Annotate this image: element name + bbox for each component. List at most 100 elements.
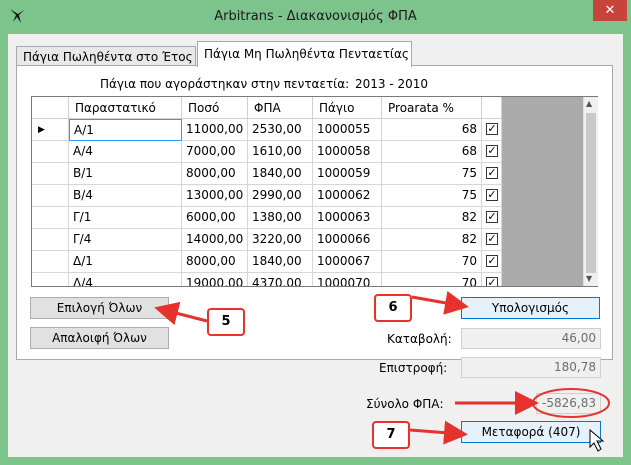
row-header[interactable] xyxy=(32,207,69,229)
select-all-button[interactable]: Επιλογή Όλων xyxy=(30,297,169,319)
cell-vat[interactable]: 2530,00 xyxy=(248,119,313,141)
cell-doc[interactable]: Α/4 xyxy=(69,141,182,163)
row-header[interactable] xyxy=(32,273,69,286)
row-checkbox[interactable]: ✓ xyxy=(486,233,498,245)
cell-check: ✓ xyxy=(482,119,502,141)
period-label: Πάγια που αγοράστηκαν στην πενταετία: xyxy=(100,77,350,91)
row-header[interactable] xyxy=(32,141,69,163)
current-row-icon: ▶ xyxy=(38,125,45,135)
scroll-down-icon[interactable]: ▼ xyxy=(586,274,592,283)
table-row[interactable]: ▶ Α/1 11000,00 2530,00 1000055 68 ✓ xyxy=(32,119,502,141)
cell-vat[interactable]: 3220,00 xyxy=(248,229,313,251)
cell-doc[interactable]: Γ/1 xyxy=(69,207,182,229)
cell-doc[interactable]: Δ/1 xyxy=(69,251,182,273)
cell-check: ✓ xyxy=(482,141,502,163)
cell-amount[interactable]: 11000,00 xyxy=(182,119,248,141)
table-row[interactable]: Δ/1 8000,00 1840,00 1000067 70 ✓ xyxy=(32,251,502,273)
assets-grid[interactable]: Παραστατικό Ποσό ΦΠΑ Πάγιο Proarata % ▶ Α… xyxy=(31,96,598,287)
row-header-corner xyxy=(32,97,69,119)
cell-vat[interactable]: 1380,00 xyxy=(248,207,313,229)
scroll-thumb[interactable] xyxy=(586,113,596,273)
cell-check: ✓ xyxy=(482,273,502,286)
cell-prorata[interactable]: 70 xyxy=(382,251,482,273)
annotation-badge-6: 6 xyxy=(374,294,412,322)
deselect-all-button[interactable]: Απαλοιφή Όλων xyxy=(30,327,169,349)
row-header[interactable] xyxy=(32,251,69,273)
cell-asset[interactable]: 1000066 xyxy=(313,229,382,251)
cell-asset[interactable]: 1000070 xyxy=(313,273,382,286)
cell-check: ✓ xyxy=(482,163,502,185)
cell-amount[interactable]: 6000,00 xyxy=(182,207,248,229)
column-header-asset[interactable]: Πάγιο xyxy=(313,97,382,119)
column-header-prorata[interactable]: Proarata % xyxy=(382,97,482,119)
annotation-badge-5: 5 xyxy=(207,308,245,336)
cell-asset[interactable]: 1000062 xyxy=(313,185,382,207)
row-checkbox[interactable]: ✓ xyxy=(486,255,498,267)
annotation-badge-7: 7 xyxy=(372,421,410,449)
grid-body: Παραστατικό Ποσό ΦΠΑ Πάγιο Proarata % ▶ Α… xyxy=(32,97,502,286)
cell-amount[interactable]: 13000,00 xyxy=(182,185,248,207)
cell-doc[interactable]: Β/4 xyxy=(69,185,182,207)
table-row[interactable]: Γ/4 14000,00 3220,00 1000066 82 ✓ xyxy=(32,229,502,251)
table-row[interactable]: Β/4 13000,00 2990,00 1000062 75 ✓ xyxy=(32,185,502,207)
payment-field: 46,00 xyxy=(461,328,601,349)
cell-doc[interactable]: Γ/4 xyxy=(69,229,182,251)
cell-amount[interactable]: 8000,00 xyxy=(182,251,248,273)
cell-amount[interactable]: 14000,00 xyxy=(182,229,248,251)
column-header-check[interactable] xyxy=(482,97,502,119)
cell-prorata[interactable]: 82 xyxy=(382,207,482,229)
column-header-amount[interactable]: Ποσό xyxy=(182,97,248,119)
grid-vertical-scrollbar[interactable]: ▲ ▼ xyxy=(583,97,598,286)
cell-check: ✓ xyxy=(482,207,502,229)
cell-amount[interactable]: 7000,00 xyxy=(182,141,248,163)
table-row[interactable]: Β/1 8000,00 1840,00 1000059 75 ✓ xyxy=(32,163,502,185)
period-value: 2013 - 2010 xyxy=(355,77,429,91)
cell-vat[interactable]: 1610,00 xyxy=(248,141,313,163)
cell-asset[interactable]: 1000067 xyxy=(313,251,382,273)
cell-prorata[interactable]: 68 xyxy=(382,141,482,163)
cell-amount[interactable]: 19000,00 xyxy=(182,273,248,286)
cell-prorata[interactable]: 68 xyxy=(382,119,482,141)
tab-unsold-assets[interactable]: Πάγια Μη Πωληθέντα Πενταετίας xyxy=(197,41,412,67)
cell-prorata[interactable]: 70 xyxy=(382,273,482,286)
calculate-button[interactable]: Υπολογισμός xyxy=(461,297,600,319)
cell-asset[interactable]: 1000058 xyxy=(313,141,382,163)
refund-field: 180,78 xyxy=(461,357,601,378)
cell-prorata[interactable]: 75 xyxy=(382,163,482,185)
row-header[interactable] xyxy=(32,229,69,251)
cell-doc[interactable]: Δ/4 xyxy=(69,273,182,286)
table-row[interactable]: Α/4 7000,00 1610,00 1000058 68 ✓ xyxy=(32,141,502,163)
row-checkbox[interactable]: ✓ xyxy=(486,277,498,286)
cell-vat[interactable]: 1840,00 xyxy=(248,163,313,185)
transfer-button[interactable]: Μεταφορά (407) xyxy=(461,421,601,443)
cell-amount[interactable]: 8000,00 xyxy=(182,163,248,185)
column-header-doc[interactable]: Παραστατικό xyxy=(69,97,182,119)
cell-prorata[interactable]: 82 xyxy=(382,229,482,251)
row-checkbox[interactable]: ✓ xyxy=(486,145,498,157)
row-checkbox[interactable]: ✓ xyxy=(486,123,498,135)
cell-doc[interactable]: Β/1 xyxy=(69,163,182,185)
cell-prorata[interactable]: 75 xyxy=(382,185,482,207)
row-header[interactable]: ▶ xyxy=(32,119,69,141)
title-bar[interactable]: Arbitrans - Διακανονισμός ΦΠΑ ✕ xyxy=(0,0,631,34)
total-vat-field: -5826,83 xyxy=(536,393,601,414)
table-row[interactable]: Γ/1 6000,00 1380,00 1000063 82 ✓ xyxy=(32,207,502,229)
table-row[interactable]: Δ/4 19000,00 4370,00 1000070 70 ✓ xyxy=(32,273,502,286)
cell-asset[interactable]: 1000055 xyxy=(313,119,382,141)
cell-vat[interactable]: 4370,00 xyxy=(248,273,313,286)
refund-label: Επιστροφή: xyxy=(379,361,448,375)
column-header-vat[interactable]: ΦΠΑ xyxy=(248,97,313,119)
row-checkbox[interactable]: ✓ xyxy=(486,167,498,179)
cell-asset[interactable]: 1000059 xyxy=(313,163,382,185)
cell-vat[interactable]: 1840,00 xyxy=(248,251,313,273)
row-checkbox[interactable]: ✓ xyxy=(486,189,498,201)
row-header[interactable] xyxy=(32,185,69,207)
close-button[interactable]: ✕ xyxy=(593,0,627,21)
scroll-up-icon[interactable]: ▲ xyxy=(586,99,592,108)
cell-asset[interactable]: 1000063 xyxy=(313,207,382,229)
row-header[interactable] xyxy=(32,163,69,185)
tab-sold-assets[interactable]: Πάγια Πωληθέντα στο Έτος xyxy=(16,46,196,66)
cell-vat[interactable]: 2990,00 xyxy=(248,185,313,207)
cell-doc[interactable]: Α/1 xyxy=(69,119,182,141)
row-checkbox[interactable]: ✓ xyxy=(486,211,498,223)
